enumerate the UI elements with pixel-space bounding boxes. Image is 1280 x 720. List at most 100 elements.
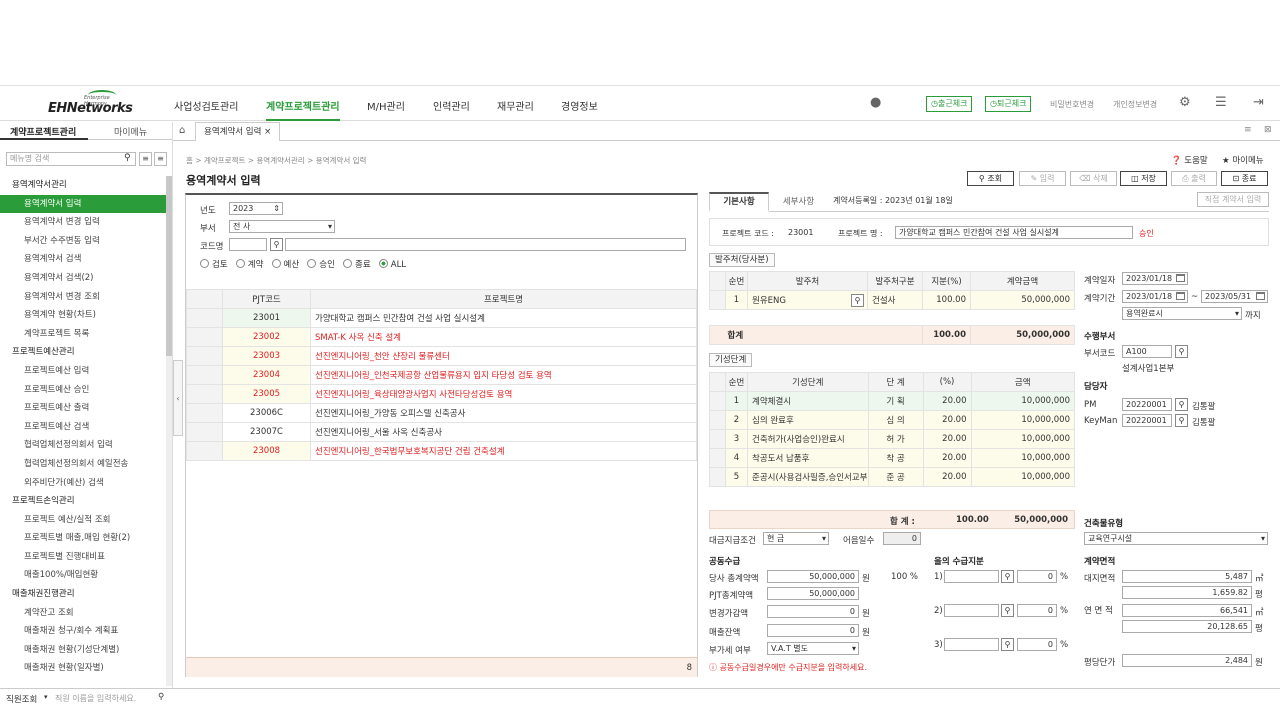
change-amount-input[interactable]: 0 <box>767 605 859 618</box>
share-2-input[interactable] <box>944 604 999 617</box>
keyman-search-icon[interactable]: ⚲ <box>1175 414 1188 427</box>
calendar-icon[interactable] <box>1256 292 1265 300</box>
profile-change-link[interactable]: 개인정보변경 <box>1113 99 1157 110</box>
sidebar-tab-mymenu[interactable]: 마이메뉴 <box>114 125 147 138</box>
search-icon[interactable]: ⚲ <box>124 153 131 163</box>
delete-button[interactable]: ⌫ 삭제 <box>1070 171 1117 186</box>
sidebar-item[interactable]: 외주비단가(예산) 검색 <box>0 474 166 493</box>
nav-hr[interactable]: 인력관리 <box>433 98 470 113</box>
employee-search-input[interactable]: 직원 이름을 입력하세요. <box>55 693 136 704</box>
table-row[interactable]: 23008 선진엔지니어링_한국법무보호복지공단 건립 건축설계 <box>186 441 697 461</box>
sidebar-item[interactable]: 협력업체선정의회서 예일전송 <box>0 455 166 474</box>
sidebar-group[interactable]: 용역계약서관리 <box>0 176 166 195</box>
nav-contract-project[interactable]: 계약프로젝트관리 <box>266 98 340 113</box>
tab-detail[interactable]: 세부사항 <box>772 195 825 207</box>
vat-select[interactable]: V.A.T 별도 ▾ <box>767 642 859 655</box>
radio-approve[interactable]: 승인 <box>307 259 335 270</box>
until-select[interactable]: 용역완료시 ▾ <box>1122 307 1242 320</box>
client-row[interactable]: 1 원유ENG ⚲ 건설사 100.00 50,000,000 <box>709 290 1075 310</box>
pjt-amount-input[interactable]: 50,000,000 <box>767 587 859 600</box>
sidebar-item[interactable]: 프로젝트예산 출력 <box>0 399 166 418</box>
direct-input-button[interactable]: 직접 계약서 입력 <box>1197 192 1269 207</box>
chevron-down-icon[interactable]: ▾ <box>44 693 48 701</box>
sidebar-item[interactable]: 매출채권 현황(일자별) <box>0 659 166 678</box>
sidebar-item[interactable]: 용역계약서 변경 입력 <box>0 213 166 232</box>
table-row[interactable]: 23005 선진엔지니어링_육상태양광사업지 사전타당성검토 용역 <box>186 384 697 404</box>
payment-terms-select[interactable]: 현 금 ▾ <box>763 532 829 545</box>
tab-list-icon[interactable]: ≡ <box>1244 125 1252 135</box>
client-search-icon[interactable]: ⚲ <box>851 294 864 307</box>
table-row[interactable]: 23003 선진엔지니어링_천안 샨장리 물류센터 <box>186 346 697 366</box>
sidebar-item[interactable]: 매출채권 현황(기성단계별) <box>0 641 166 660</box>
period-to-input[interactable]: 2023/05/31 <box>1201 290 1268 303</box>
checkin-button[interactable]: ◷출근체크 <box>926 96 973 112</box>
radio-budget[interactable]: 예산 <box>271 259 299 270</box>
stage-row[interactable]: 1 계약체결시 기 획 20.00 10,000,000 <box>709 391 1075 411</box>
radio-end[interactable]: 종료 <box>343 259 371 270</box>
share-1-input[interactable] <box>944 570 999 583</box>
dept-code-input[interactable]: A100 <box>1122 345 1172 358</box>
sidebar-item[interactable]: 매출100%/매입현황 <box>0 566 166 585</box>
calendar-icon[interactable] <box>1176 274 1185 282</box>
menu-search-input[interactable]: 메뉴명 검색 <box>6 152 136 166</box>
calendar-icon[interactable] <box>1176 292 1185 300</box>
code-name-input[interactable] <box>285 238 686 251</box>
stage-row[interactable]: 5 준공시(사용검사필증,승인서교부 준 공 20.00 10,000,000 <box>709 467 1075 487</box>
print-button[interactable]: ⎙ 출력 <box>1171 171 1217 186</box>
pm-search-icon[interactable]: ⚲ <box>1175 398 1188 411</box>
pm-input[interactable]: 20220001 <box>1122 398 1172 411</box>
code-input[interactable] <box>229 238 267 251</box>
sidebar-item[interactable]: 프로젝트 예산/실적 조회 <box>0 511 166 530</box>
user-icon[interactable]: ● <box>870 95 881 110</box>
mymenu-link[interactable]: ★ 마이메뉴 <box>1222 154 1264 166</box>
project-name-input[interactable]: 가양대학교 캠퍼스 민간참여 건설 사업 실시설계 <box>895 226 1133 239</box>
floor-area-input[interactable]: 66,541 <box>1122 604 1252 617</box>
dept-select[interactable]: 전 사 ▾ <box>229 220 335 233</box>
close-icon[interactable]: × <box>264 127 271 137</box>
sidebar-scrollbar[interactable] <box>166 176 172 686</box>
close-all-tabs-icon[interactable]: ⊠ <box>1264 125 1272 135</box>
sidebar-tab-contract[interactable]: 계약프로젝트관리 <box>10 125 76 138</box>
employee-search-label[interactable]: 직원조회 <box>6 693 37 705</box>
site-area-pyeong-input[interactable]: 1,659.82 <box>1122 586 1252 599</box>
sidebar-item[interactable]: 프로젝트예산 입력 <box>0 362 166 381</box>
share-2-search-icon[interactable]: ⚲ <box>1001 604 1014 617</box>
gear-icon[interactable]: ⚙ <box>1179 95 1191 110</box>
share-1-pct[interactable]: 0 <box>1017 570 1057 583</box>
sidebar-group[interactable]: 프로젝트손익관리 <box>0 492 166 511</box>
help-link[interactable]: ❓ 도움말 <box>1171 154 1208 166</box>
sidebar-scroll-thumb[interactable] <box>166 176 172 356</box>
sidebar-item[interactable]: 계약잔고 조회 <box>0 604 166 623</box>
sidebar-item[interactable]: 프로젝트별 진행대비표 <box>0 548 166 567</box>
unit-price-input[interactable]: 2,484 <box>1122 654 1252 667</box>
share-2-pct[interactable]: 0 <box>1017 604 1057 617</box>
sidebar-item[interactable]: 계약프로젝트 목록 <box>0 325 166 344</box>
close-button[interactable]: ⊡ 종료 <box>1221 171 1268 186</box>
home-icon[interactable]: ⌂ <box>179 125 185 136</box>
keyman-input[interactable]: 20220001 <box>1122 414 1172 427</box>
expand-all-icon[interactable]: ≡ <box>139 152 152 166</box>
bill-days-input[interactable]: 0 <box>883 532 921 545</box>
share-3-pct[interactable]: 0 <box>1017 638 1057 651</box>
nav-management[interactable]: 경영정보 <box>561 98 598 113</box>
radio-contract[interactable]: 계약 <box>235 259 263 270</box>
share-3-search-icon[interactable]: ⚲ <box>1001 638 1014 651</box>
radio-all[interactable]: ALL <box>378 259 406 270</box>
dept-search-icon[interactable]: ⚲ <box>1175 345 1188 358</box>
site-area-input[interactable]: 5,487 <box>1122 570 1252 583</box>
sidebar-item[interactable]: 용역계약서 검색 <box>0 250 166 269</box>
search-button[interactable]: ⚲ 조회 <box>967 171 1014 186</box>
save-button[interactable]: ◫ 저장 <box>1120 171 1167 186</box>
sidebar-item[interactable]: 협력업체선정의회서 입력 <box>0 436 166 455</box>
period-from-input[interactable]: 2023/01/18 <box>1122 290 1188 303</box>
sidebar-item[interactable]: 부서간 수주변동 입력 <box>0 232 166 251</box>
table-row[interactable]: 23004 선진엔지니어링_인천국제공항 산업물류용지 입지 타당성 검토 용역 <box>186 365 697 385</box>
table-row[interactable]: 23002 SMAT-K 사옥 신축 설계 <box>186 327 697 347</box>
collapse-all-icon[interactable]: ≡ <box>154 152 167 166</box>
building-type-select[interactable]: 교육연구시설 ▾ <box>1084 532 1268 545</box>
sidebar-item[interactable]: 용역계약 현황(차트) <box>0 306 166 325</box>
password-change-link[interactable]: 비밀번호변경 <box>1050 99 1094 110</box>
share-1-search-icon[interactable]: ⚲ <box>1001 570 1014 583</box>
table-row[interactable]: 23001 가양대학교 캠퍼스 민간참여 건설 사업 실시설계 <box>186 308 697 328</box>
input-button[interactable]: ✎ 입력 <box>1019 171 1066 186</box>
